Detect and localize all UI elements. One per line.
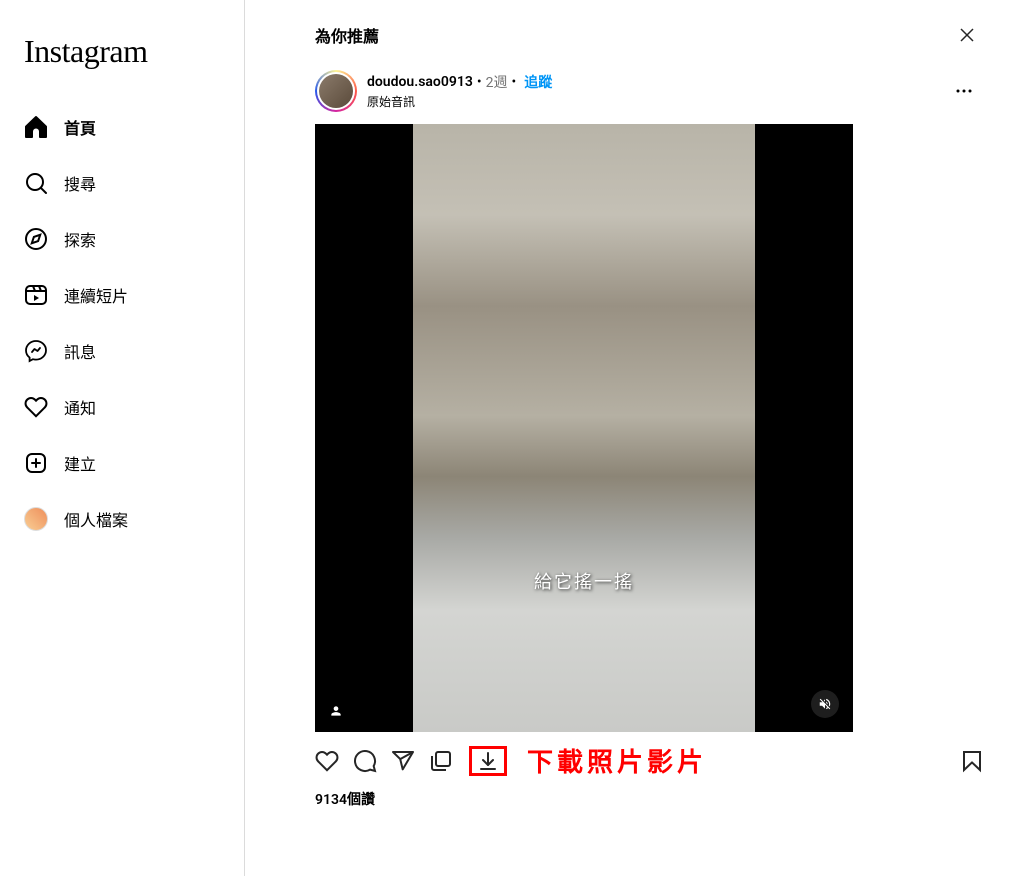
post-header: doudou.sao0913 • 2週 • 追蹤 原始音訊 — [315, 70, 984, 112]
sidebar-item-create[interactable]: 建立 — [12, 439, 232, 487]
share-button[interactable] — [391, 749, 415, 773]
post-username[interactable]: doudou.sao0913 — [367, 74, 473, 90]
main-content: 為你推薦 doudou.sao0913 • 2週 • 追蹤 原始音訊 — [245, 0, 1024, 876]
sidebar-item-label: 通知 — [64, 395, 96, 419]
sidebar-item-label: 連續短片 — [64, 283, 128, 307]
sidebar-item-explore[interactable]: 探索 — [12, 215, 232, 263]
close-button[interactable] — [950, 18, 984, 52]
sidebar-item-label: 建立 — [64, 451, 96, 475]
plus-square-icon — [24, 451, 48, 475]
likes-count[interactable]: 9134個讚 — [315, 789, 984, 809]
comment-button[interactable] — [353, 749, 377, 773]
search-icon — [24, 171, 48, 195]
video-player[interactable]: 給它搖一搖 — [315, 124, 853, 732]
page-title: 為你推薦 — [315, 23, 379, 47]
tagged-people-icon[interactable] — [329, 704, 343, 718]
sidebar-item-label: 訊息 — [64, 339, 96, 363]
avatar-icon — [24, 507, 48, 531]
download-button[interactable] — [476, 749, 500, 773]
post-actions: 下載照片影片 — [315, 742, 984, 779]
audio-label[interactable]: 原始音訊 — [367, 93, 944, 110]
bookmark-button[interactable] — [960, 749, 984, 773]
home-icon — [24, 115, 48, 139]
video-caption: 給它搖一搖 — [534, 568, 634, 594]
sidebar-item-label: 搜尋 — [64, 171, 96, 195]
avatar[interactable] — [315, 70, 357, 112]
follow-button[interactable]: 追蹤 — [524, 72, 552, 92]
more-options-button[interactable] — [944, 71, 984, 111]
sidebar-item-search[interactable]: 搜尋 — [12, 159, 232, 207]
sidebar-item-home[interactable]: 首頁 — [12, 103, 232, 151]
messenger-icon — [24, 339, 48, 363]
heart-icon — [24, 395, 48, 419]
sidebar: Instagram 首頁 搜尋 探索 連續短片 — [0, 0, 245, 876]
sidebar-item-label: 個人檔案 — [64, 507, 128, 531]
carousel-button[interactable] — [429, 749, 453, 773]
sidebar-item-profile[interactable]: 個人檔案 — [12, 495, 232, 543]
logo[interactable]: Instagram — [12, 8, 232, 86]
download-annotation-text: 下載照片影片 — [527, 742, 707, 779]
sidebar-item-label: 首頁 — [64, 115, 96, 139]
compass-icon — [24, 227, 48, 251]
sidebar-item-messages[interactable]: 訊息 — [12, 327, 232, 375]
like-button[interactable] — [315, 749, 339, 773]
post-time: 2週 — [486, 72, 508, 92]
sidebar-item-notifications[interactable]: 通知 — [12, 383, 232, 431]
sidebar-item-reels[interactable]: 連續短片 — [12, 271, 232, 319]
reels-icon — [24, 283, 48, 307]
download-annotation-box — [469, 746, 507, 776]
sidebar-item-label: 探索 — [64, 227, 96, 251]
mute-button[interactable] — [811, 690, 839, 718]
